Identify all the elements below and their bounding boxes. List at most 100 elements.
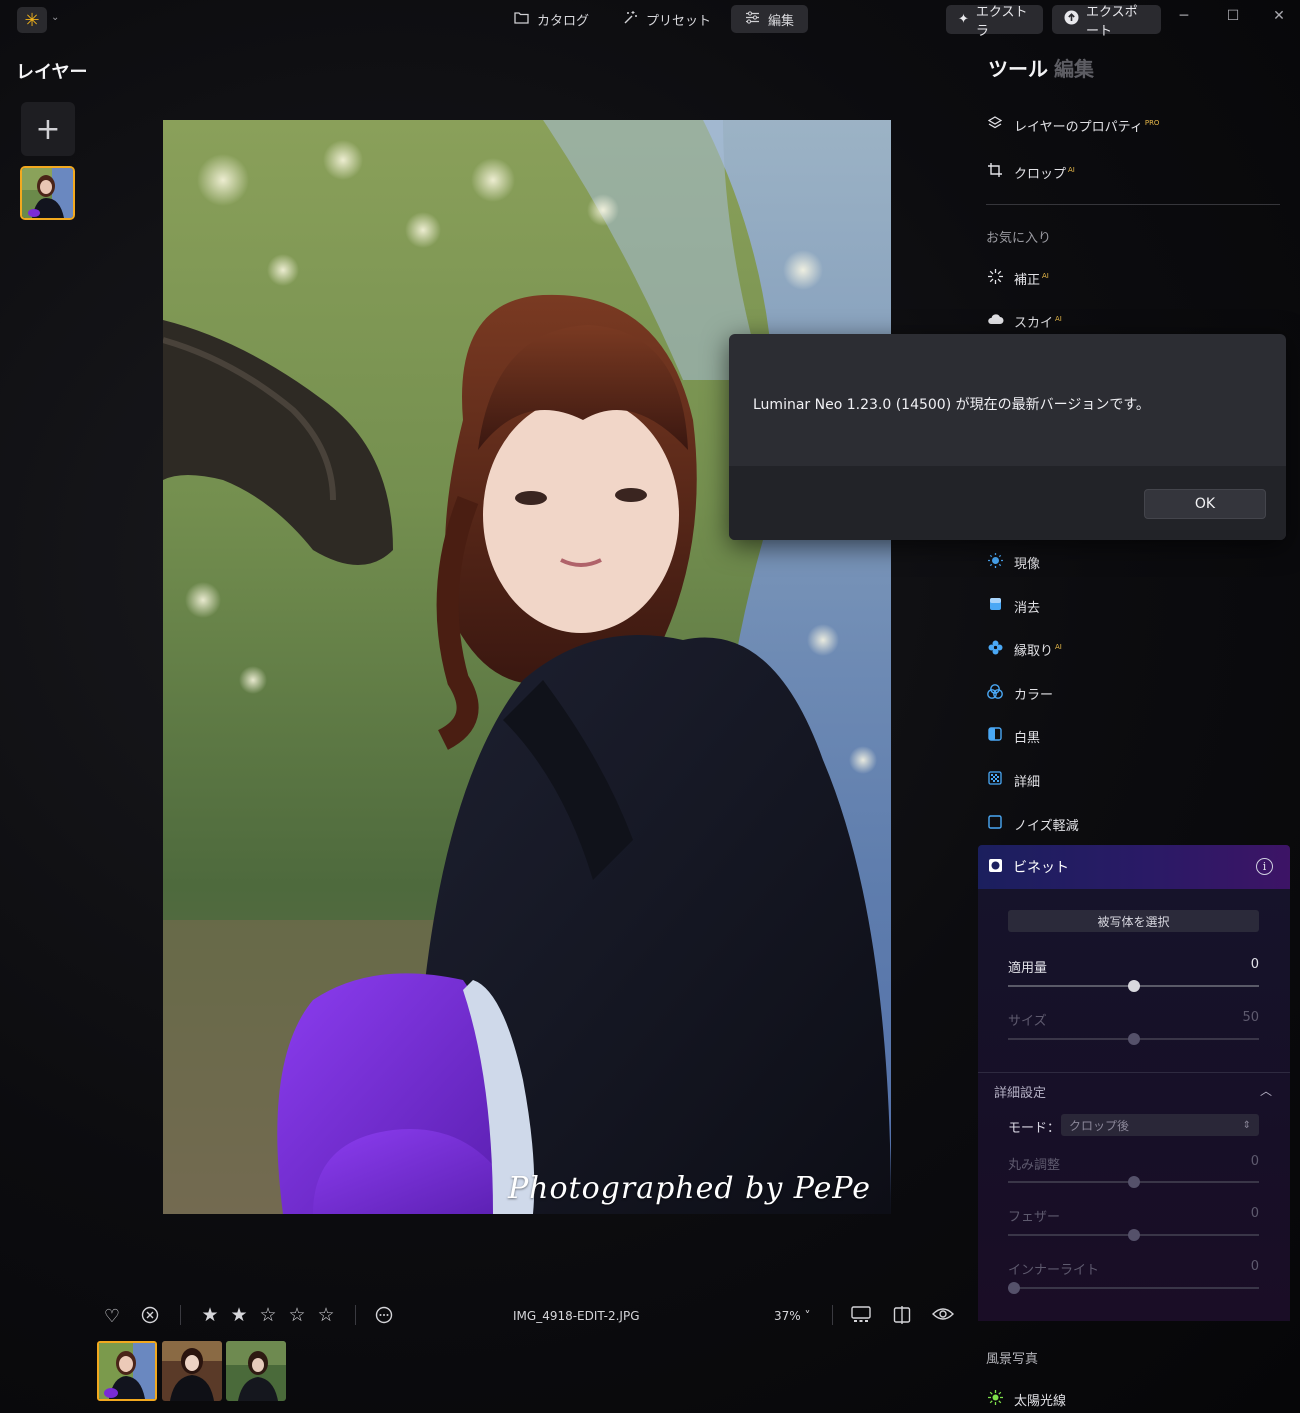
mode-select-value: クロップ後 (1069, 1118, 1130, 1133)
minimize-icon[interactable]: ─ (1172, 8, 1196, 24)
landscape-section-label: 風景写真 (986, 1352, 1039, 1367)
pro-badge: PRO (1144, 119, 1160, 128)
tab-tools[interactable]: ツール (988, 53, 1048, 82)
inner-light-slider-knob[interactable] (1008, 1282, 1020, 1294)
filmstrip-toggle-icon[interactable] (850, 1306, 872, 1329)
nav-catalog-label: カタログ (537, 13, 590, 29)
tab-edits[interactable]: 編集 (1054, 53, 1094, 82)
add-layer-button[interactable]: + (21, 102, 75, 156)
tool-sunrays[interactable]: 太陽光線 (986, 1387, 1066, 1411)
advanced-settings-label[interactable]: 詳細設定 (994, 1082, 1046, 1101)
chevron-up-icon[interactable]: ︿ (1260, 1082, 1272, 1099)
photo-canvas (163, 120, 891, 1214)
star-filled-icon[interactable]: ★ (198, 1304, 222, 1326)
roundness-label: 丸み調整 (1008, 1158, 1061, 1173)
tool-color[interactable]: カラー (986, 681, 1053, 705)
chevron-down-icon[interactable]: ⌄ (51, 12, 59, 23)
amount-value: 0 (1250, 957, 1259, 972)
export-label: エクスポート (1086, 4, 1138, 39)
mode-select[interactable]: クロップ後 ⇕ (1061, 1114, 1259, 1136)
export-button[interactable]: エクスポート (1052, 5, 1161, 39)
ok-button[interactable]: OK (1144, 489, 1266, 519)
main-photo[interactable]: Photographed by PePe (163, 120, 891, 1214)
tool-enhance-label: 補正 (1014, 272, 1041, 288)
star-empty-icon[interactable]: ☆ (256, 1304, 280, 1326)
star-filled-icon[interactable]: ★ (227, 1304, 251, 1326)
maximize-icon[interactable]: ☐ (1221, 8, 1245, 24)
extras-button[interactable]: ✦ エクストラ (946, 5, 1043, 39)
filmstrip-thumbnail[interactable] (162, 1341, 222, 1401)
close-icon[interactable]: ✕ (1267, 8, 1291, 24)
enhance-icon (986, 268, 1004, 288)
filmstrip-thumbnail-image (226, 1341, 286, 1401)
top-bar: ✳ ⌄ カタログ プリセット 編集 ✦ エクストラ エクスポート ─ ☐ ✕ (0, 0, 1300, 40)
filmstrip-thumbnail-image (162, 1341, 222, 1401)
ai-badge: AI (1055, 315, 1062, 324)
tool-details-label: 詳細 (1014, 774, 1041, 790)
plus-icon: + (35, 111, 61, 147)
sparkle-icon: ✦ (958, 12, 969, 27)
layers-title: レイヤー (16, 62, 88, 83)
sliders-icon (745, 10, 760, 28)
nav-catalog-button[interactable]: カタログ (500, 5, 603, 33)
roundness-slider-knob[interactable] (1127, 1176, 1140, 1188)
feather-slider-knob[interactable] (1127, 1229, 1140, 1241)
tool-develop-label: 現像 (1014, 556, 1041, 572)
ai-badge: AI (1042, 272, 1049, 281)
noise-square-icon (986, 815, 1004, 833)
reject-icon[interactable] (139, 1306, 161, 1329)
version-dialog: Luminar Neo 1.23.0 (14500) が現在の最新バージョンです… (729, 334, 1286, 540)
updown-chevron-icon: ⇕ (1242, 1119, 1251, 1131)
nav-edit-button[interactable]: 編集 (731, 5, 809, 33)
extras-label: エクストラ (975, 4, 1028, 39)
crop-icon (986, 163, 1004, 181)
tool-layer-properties[interactable]: レイヤーのプロパティ PRO (986, 113, 1159, 137)
tool-black-white[interactable]: 白黒 (986, 724, 1040, 748)
tool-vignette-label: ビネット (1013, 860, 1069, 876)
zoom-dropdown[interactable]: 37% ˅ (774, 1309, 811, 1323)
tool-noise-reduction[interactable]: ノイズ軽減 (986, 812, 1079, 836)
preview-eye-icon[interactable] (930, 1306, 956, 1327)
divider (978, 1072, 1290, 1073)
filename-label: IMG_4918-EDIT-2.JPG (513, 1309, 640, 1323)
tool-erase[interactable]: 消去 (986, 594, 1040, 618)
filmstrip-thumbnail-image (99, 1343, 155, 1399)
tool-outline[interactable]: 縁取り AI (986, 637, 1062, 661)
vignette-icon (988, 858, 1003, 877)
divider (832, 1305, 833, 1325)
dialog-message: Luminar Neo 1.23.0 (14500) が現在の最新バージョンです… (753, 397, 1150, 413)
tool-vignette-header[interactable]: ビネット (978, 845, 1290, 889)
tool-crop[interactable]: クロップ AI (986, 160, 1075, 184)
heart-icon[interactable]: ♡ (101, 1306, 123, 1327)
info-icon[interactable]: i (1256, 858, 1273, 875)
filmstrip-thumbnail[interactable] (97, 1341, 157, 1401)
size-slider-knob[interactable] (1127, 1033, 1140, 1045)
filmstrip-thumbnail[interactable] (226, 1341, 286, 1401)
more-options-icon[interactable] (373, 1306, 395, 1329)
tool-black-white-label: 白黒 (1014, 730, 1041, 746)
tool-enhance[interactable]: 補正 AI (986, 266, 1049, 290)
grid-detail-icon (986, 771, 1004, 789)
divider (355, 1305, 356, 1325)
select-subject-button[interactable]: 被写体を選択 (1008, 910, 1259, 932)
sparkle-wand-icon (623, 10, 638, 29)
nav-presets-button[interactable]: プリセット (609, 5, 725, 33)
main-nav: カタログ プリセット 編集 (500, 5, 809, 35)
inner-light-slider-track[interactable] (1008, 1287, 1259, 1289)
folder-icon (514, 11, 529, 28)
layer-thumbnail-image (22, 168, 73, 218)
color-circles-icon (986, 683, 1004, 703)
app-menu-button[interactable]: ✳ (17, 7, 47, 33)
star-empty-icon[interactable]: ☆ (285, 1304, 309, 1326)
amount-slider-knob[interactable] (1127, 980, 1140, 992)
tool-develop[interactable]: 現像 (986, 550, 1040, 574)
tool-crop-label: クロップ (1014, 166, 1067, 182)
flower-icon (986, 640, 1004, 659)
compare-icon[interactable] (891, 1306, 913, 1329)
layer-thumbnail[interactable] (20, 166, 75, 220)
tool-details[interactable]: 詳細 (986, 768, 1040, 792)
star-empty-icon[interactable]: ☆ (314, 1304, 338, 1326)
tool-noise-reduction-label: ノイズ軽減 (1014, 818, 1079, 834)
tool-sky[interactable]: スカイ AI (986, 309, 1062, 333)
tool-erase-label: 消去 (1014, 600, 1041, 616)
